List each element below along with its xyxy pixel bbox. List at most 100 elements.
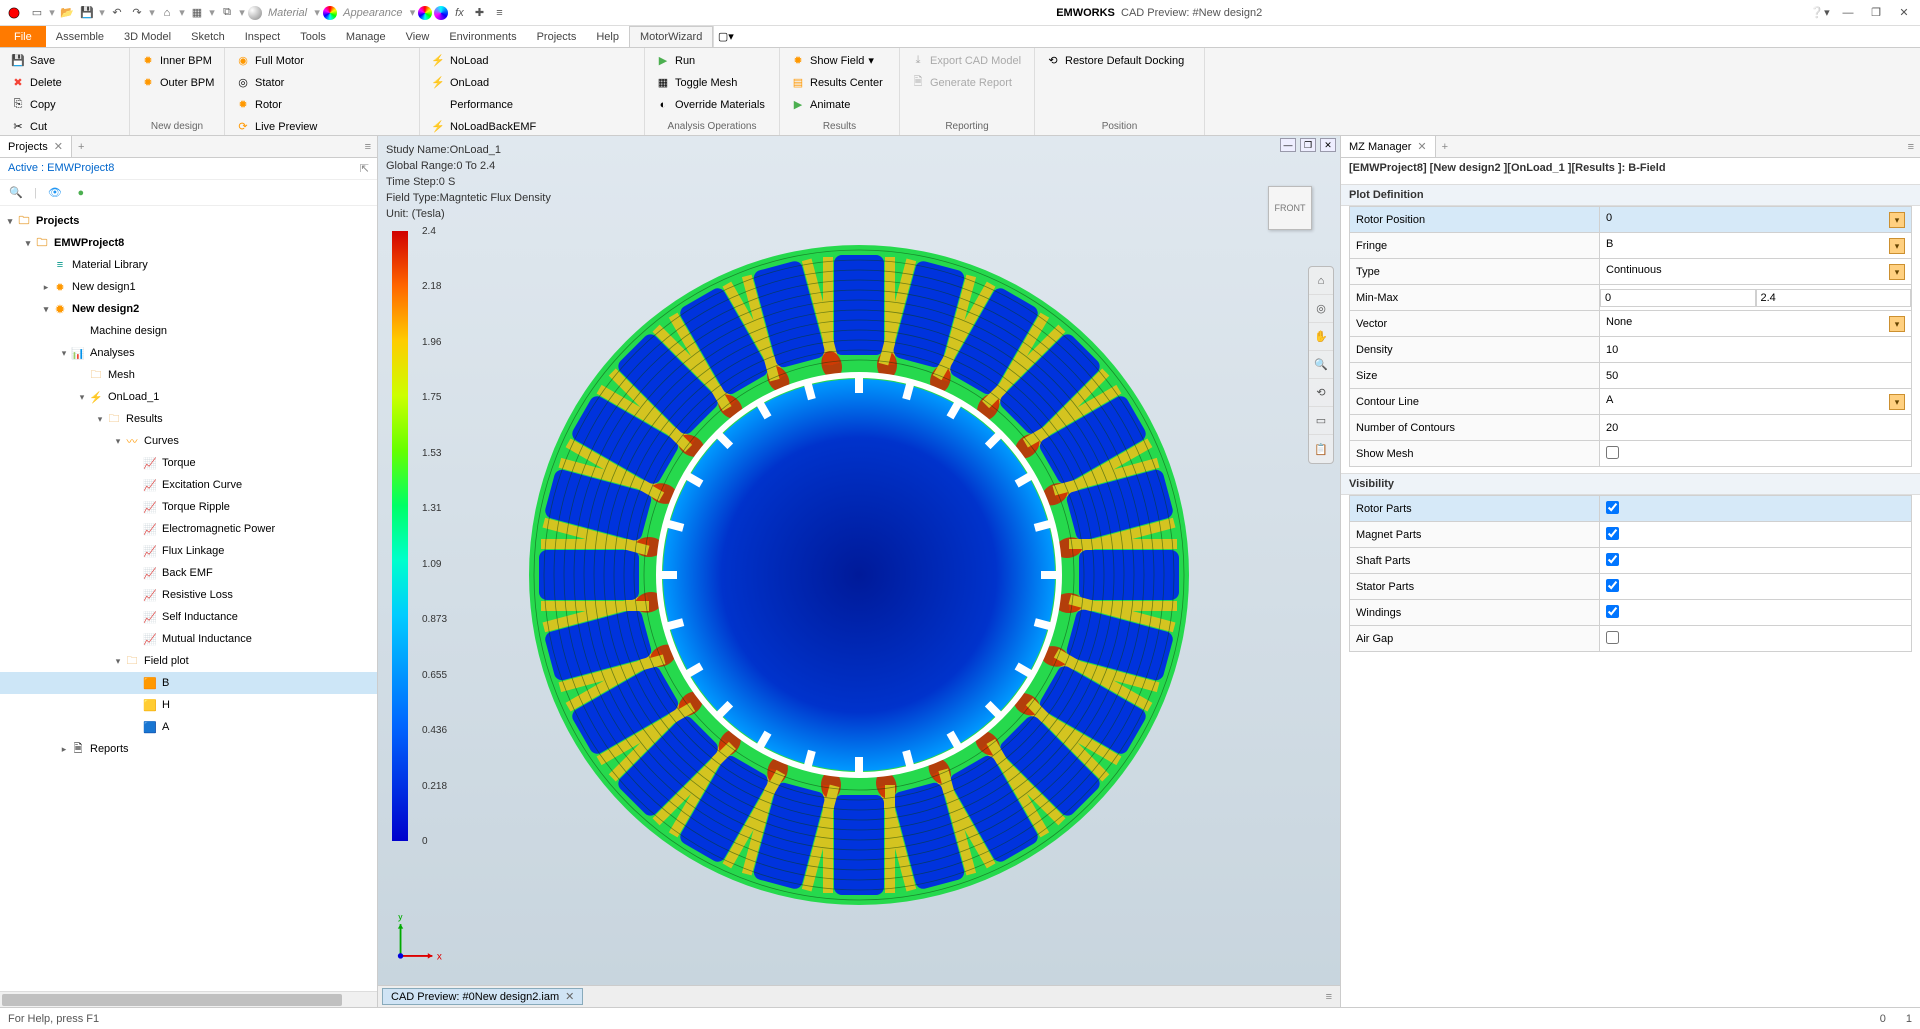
type-select[interactable]: Continuous▾ [1600, 259, 1912, 285]
orbit-icon[interactable]: ◎ [1309, 295, 1333, 323]
search-icon[interactable]: 🔍 [8, 185, 24, 201]
inner-bpm-button[interactable]: ✹Inner BPM [136, 50, 218, 71]
view-cube[interactable]: FRONT [1268, 186, 1312, 230]
project-tree[interactable]: ▾🗀Projects ▾🗀EMWProject8 ≡Material Libra… [0, 206, 377, 991]
horizontal-scrollbar[interactable] [0, 991, 377, 1007]
menu-help[interactable]: Help [586, 26, 629, 47]
showmesh-checkbox[interactable] [1606, 446, 1619, 459]
airgap-vis-checkbox[interactable] [1606, 631, 1619, 644]
onload-button[interactable]: ⚡OnLoad [426, 72, 540, 93]
material-label[interactable]: Material [268, 7, 307, 19]
viewport[interactable]: — ❐ ✕ Study Name:OnLoad_1 Global Range:0… [378, 136, 1340, 985]
mz-close-icon[interactable]: ✕ [1417, 140, 1426, 153]
menu-environments[interactable]: Environments [439, 26, 526, 47]
clipboard-icon[interactable]: 📋 [1309, 435, 1333, 463]
color-icon[interactable] [418, 6, 432, 20]
shaft-vis-checkbox[interactable] [1606, 553, 1619, 566]
menu-inspect[interactable]: Inspect [235, 26, 290, 47]
component-icon[interactable]: ▦ [188, 4, 206, 22]
pin-icon[interactable]: ⇱ [360, 162, 369, 175]
size-input[interactable] [1606, 370, 1905, 382]
menu-sketch[interactable]: Sketch [181, 26, 235, 47]
restore-docking-button[interactable]: ⟲Restore Default Docking [1041, 50, 1188, 71]
menu-manage[interactable]: Manage [336, 26, 396, 47]
vp-restore-icon[interactable]: ❐ [1300, 138, 1316, 152]
lookat-icon[interactable]: ▭ [1309, 407, 1333, 435]
noload-button[interactable]: ⚡NoLoad [426, 50, 540, 71]
stator-vis-checkbox[interactable] [1606, 579, 1619, 592]
vp-tab-menu-icon[interactable]: ≡ [1318, 991, 1340, 1003]
copy-button[interactable]: ⎘Copy [6, 94, 66, 115]
vp-tab-close-icon[interactable]: ✕ [565, 990, 574, 1003]
zoom-icon[interactable]: 🔍 [1309, 351, 1333, 379]
min-input[interactable] [1600, 289, 1756, 307]
noloadbackemf-button[interactable]: ⚡NoLoadBackEMF [426, 116, 540, 137]
color2-icon[interactable] [434, 6, 448, 20]
menu-tools[interactable]: Tools [290, 26, 336, 47]
contour-select[interactable]: A▾ [1600, 389, 1912, 415]
max-input[interactable] [1756, 289, 1912, 307]
plus-icon[interactable]: ✚ [470, 4, 488, 22]
results-center-button[interactable]: ▤Results Center [786, 72, 887, 93]
mz-manager-tab[interactable]: MZ Manager✕ [1341, 136, 1436, 157]
open-icon[interactable]: 📂 [58, 4, 76, 22]
show-field-button[interactable]: ✹Show Field ▾ [786, 50, 887, 71]
full-motor-button[interactable]: ◉Full Motor [231, 50, 326, 71]
rotate-icon[interactable]: ⟲ [1309, 379, 1333, 407]
close-icon[interactable]: ✕ [1894, 3, 1914, 23]
fx-icon[interactable]: fx [450, 4, 468, 22]
save-icon[interactable]: 💾 [78, 4, 96, 22]
play-icon[interactable]: ● [73, 185, 89, 201]
vector-select[interactable]: None▾ [1600, 311, 1912, 337]
fringe-select[interactable]: B▾ [1600, 233, 1912, 259]
help-icon[interactable]: ❔▾ [1810, 3, 1830, 23]
appearance-ball-icon[interactable] [323, 6, 337, 20]
redo-icon[interactable]: ↷ [128, 4, 146, 22]
windings-vis-checkbox[interactable] [1606, 605, 1619, 618]
stator-button[interactable]: ◎Stator [231, 72, 326, 93]
menu-file[interactable]: File [0, 26, 46, 47]
performance-button[interactable]: Performance [426, 94, 540, 115]
cut-button[interactable]: ✂Cut [6, 116, 66, 137]
menu-view[interactable]: View [396, 26, 440, 47]
home-view-icon[interactable]: ⌂ [1309, 267, 1333, 295]
close-tab-icon[interactable]: ✕ [54, 140, 63, 153]
ncontours-input[interactable] [1606, 422, 1905, 434]
measure-icon[interactable]: ⧉ [218, 4, 236, 22]
delete-button[interactable]: ✖Delete [6, 72, 66, 93]
density-input[interactable] [1606, 344, 1905, 356]
pan-icon[interactable]: ✋ [1309, 323, 1333, 351]
rotor-vis-checkbox[interactable] [1606, 501, 1619, 514]
material-sphere-icon[interactable] [248, 6, 262, 20]
run-button[interactable]: ▶Run [651, 50, 769, 71]
mz-menu-icon[interactable]: ≡ [1902, 141, 1920, 153]
animate-button[interactable]: ▶Animate [786, 94, 887, 115]
menu-overflow-icon[interactable]: ▢▾ [713, 26, 737, 47]
live-preview-button[interactable]: ⟳Live Preview [231, 116, 326, 137]
menu-projects[interactable]: Projects [527, 26, 587, 47]
home-icon[interactable]: ⌂ [158, 4, 176, 22]
generate-report-button[interactable]: 🗎Generate Report [906, 72, 1025, 93]
rotor-button[interactable]: ✹Rotor [231, 94, 326, 115]
override-materials-button[interactable]: ◐Override Materials [651, 94, 769, 115]
restore-icon[interactable]: ❐ [1866, 3, 1886, 23]
menu-motorwizard[interactable]: MotorWizard [629, 26, 713, 47]
add-tab-icon[interactable]: + [72, 141, 90, 153]
toggle-mesh-button[interactable]: ▦Toggle Mesh [651, 72, 769, 93]
menu-3dmodel[interactable]: 3D Model [114, 26, 181, 47]
rotor-position-select[interactable]: 0▾ [1600, 207, 1912, 233]
eye-icon[interactable]: 👁 [47, 185, 63, 201]
minimize-icon[interactable]: — [1838, 3, 1858, 23]
undo-icon[interactable]: ↶ [108, 4, 126, 22]
mz-add-tab-icon[interactable]: + [1436, 141, 1454, 153]
vp-minimize-icon[interactable]: — [1280, 138, 1296, 152]
outer-bpm-button[interactable]: ✹Outer BPM [136, 72, 218, 93]
export-cad-button[interactable]: ⤓Export CAD Model [906, 50, 1025, 71]
menu-assemble[interactable]: Assemble [46, 26, 114, 47]
panel-menu-icon[interactable]: ≡ [359, 141, 377, 153]
vp-close-icon[interactable]: ✕ [1320, 138, 1336, 152]
viewport-tab[interactable]: CAD Preview: #0New design2.iam✕ [382, 988, 583, 1005]
new-file-icon[interactable]: ▭ [28, 4, 46, 22]
appearance-label[interactable]: Appearance [343, 7, 402, 19]
projects-tab[interactable]: Projects✕ [0, 136, 72, 157]
